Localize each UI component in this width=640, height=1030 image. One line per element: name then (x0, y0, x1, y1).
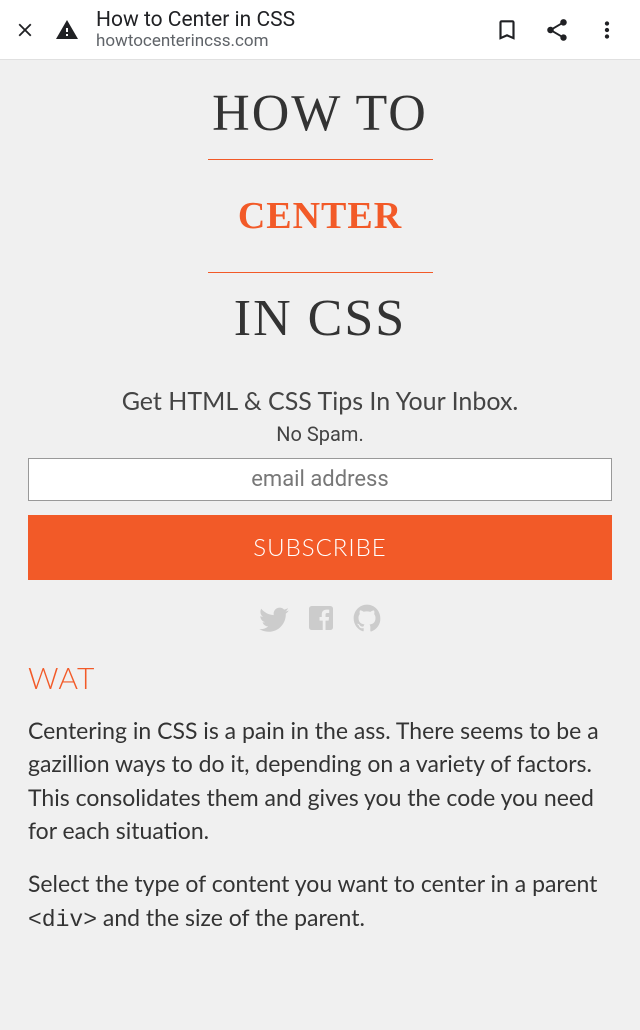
page-url: howtocenterincss.com (96, 32, 478, 52)
paragraph-text: Select the type of content you want to c… (28, 869, 597, 897)
page-content: HOW TO CENTER IN CSS Get HTML & CSS Tips… (0, 60, 640, 967)
share-icon[interactable] (544, 17, 570, 43)
hero-divider (208, 159, 433, 160)
hero-divider (208, 272, 433, 273)
subscribe-heading: Get HTML & CSS Tips In Your Inbox. (28, 386, 612, 416)
paragraph: Select the type of content you want to c… (28, 867, 612, 937)
section-heading: WAT (28, 660, 612, 696)
subscribe-button[interactable]: SUBSCRIBE (28, 515, 612, 580)
browser-toolbar: How to Center in CSS howtocenterincss.co… (0, 0, 640, 60)
github-icon[interactable] (351, 602, 383, 640)
page-title: How to Center in CSS (96, 8, 478, 32)
paragraph: Centering in CSS is a pain in the ass. T… (28, 714, 612, 847)
hero: HOW TO CENTER IN CSS (28, 84, 612, 348)
bookmark-icon[interactable] (494, 17, 520, 43)
hero-line-1: HOW TO (28, 84, 612, 143)
code-literal: <div> (28, 907, 97, 933)
more-icon[interactable] (594, 17, 620, 43)
subscribe-nospam: No Spam. (28, 422, 612, 446)
title-group[interactable]: How to Center in CSS howtocenterincss.co… (96, 8, 478, 52)
email-field[interactable] (28, 458, 612, 501)
paragraph-text: and the size of the parent. (97, 903, 365, 931)
social-icons (28, 602, 612, 640)
hero-line-3: IN CSS (28, 289, 612, 348)
close-icon[interactable] (12, 17, 38, 43)
twitter-icon[interactable] (257, 602, 291, 640)
warning-icon (54, 17, 80, 43)
facebook-icon[interactable] (305, 602, 337, 640)
hero-line-2: CENTER (28, 176, 612, 256)
